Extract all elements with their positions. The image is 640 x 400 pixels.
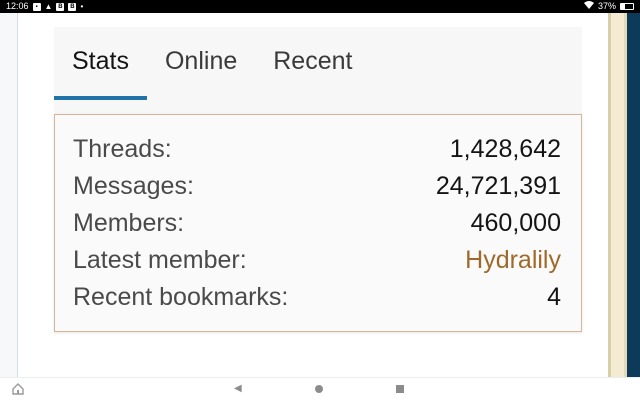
tab-recent-label: Recent (273, 47, 353, 75)
stat-value: 24,721,391 (435, 172, 561, 200)
clock: 12:06 (6, 1, 29, 11)
stat-label: Members: (73, 209, 185, 237)
tab-stats-label: Stats (72, 47, 129, 75)
status-bar: 12:06 ▪ ▲ B B • 37% (0, 0, 640, 13)
home-circle-icon[interactable] (315, 385, 323, 393)
system-nav-bar: ◀ (0, 377, 640, 400)
left-sidebar-edge (0, 13, 18, 377)
stats-panel: Threads: 1,428,642 Messages: 24,721,391 … (54, 114, 582, 332)
stat-row-recent-bookmarks: Recent bookmarks: 4 (73, 279, 561, 316)
stat-label: Recent bookmarks: (73, 283, 289, 311)
battery-icon (620, 3, 634, 10)
stat-row-messages: Messages: 24,721,391 (73, 168, 561, 205)
page: Stats Online Recent Threads: 1,428,642 M… (0, 13, 640, 377)
image-icon: ▪ (32, 2, 41, 11)
status-right: 37% (583, 0, 634, 13)
stat-label: Latest member: (73, 246, 247, 274)
tab-online[interactable]: Online (147, 27, 255, 100)
recents-square-icon[interactable] (396, 385, 404, 393)
back-icon[interactable]: ◀ (234, 383, 244, 395)
alert-icon: ▲ (44, 2, 53, 11)
tab-recent[interactable]: Recent (255, 27, 370, 100)
b-icon: B (56, 2, 65, 11)
wifi-icon (583, 0, 594, 13)
right-edge-panel (627, 13, 640, 377)
stat-label: Messages: (73, 172, 194, 200)
stat-row-members: Members: 460,000 (73, 205, 561, 242)
home-icon[interactable] (12, 383, 24, 395)
stat-value: 460,000 (470, 209, 561, 237)
battery-percent: 37% (597, 1, 616, 11)
tab-online-label: Online (164, 47, 238, 75)
active-tab-indicator (54, 96, 147, 100)
tab-bar: Stats Online Recent (54, 27, 582, 100)
status-left: 12:06 ▪ ▲ B B • (6, 0, 83, 13)
forum-statistics-widget: Stats Online Recent Threads: 1,428,642 M… (54, 27, 582, 332)
stat-row-threads: Threads: 1,428,642 (73, 131, 561, 168)
b-icon: B (68, 2, 77, 11)
stat-value: 4 (547, 283, 561, 311)
stat-value: 1,428,642 (449, 135, 561, 163)
notification-dot: • (80, 2, 84, 11)
latest-member-link[interactable]: Hydralily (465, 246, 561, 275)
stat-label: Threads: (73, 135, 172, 163)
battery-fill (621, 4, 626, 9)
tab-stats[interactable]: Stats (54, 27, 147, 100)
right-sidebar-divider (608, 13, 611, 377)
stat-row-latest-member: Latest member: Hydralily (73, 242, 561, 279)
